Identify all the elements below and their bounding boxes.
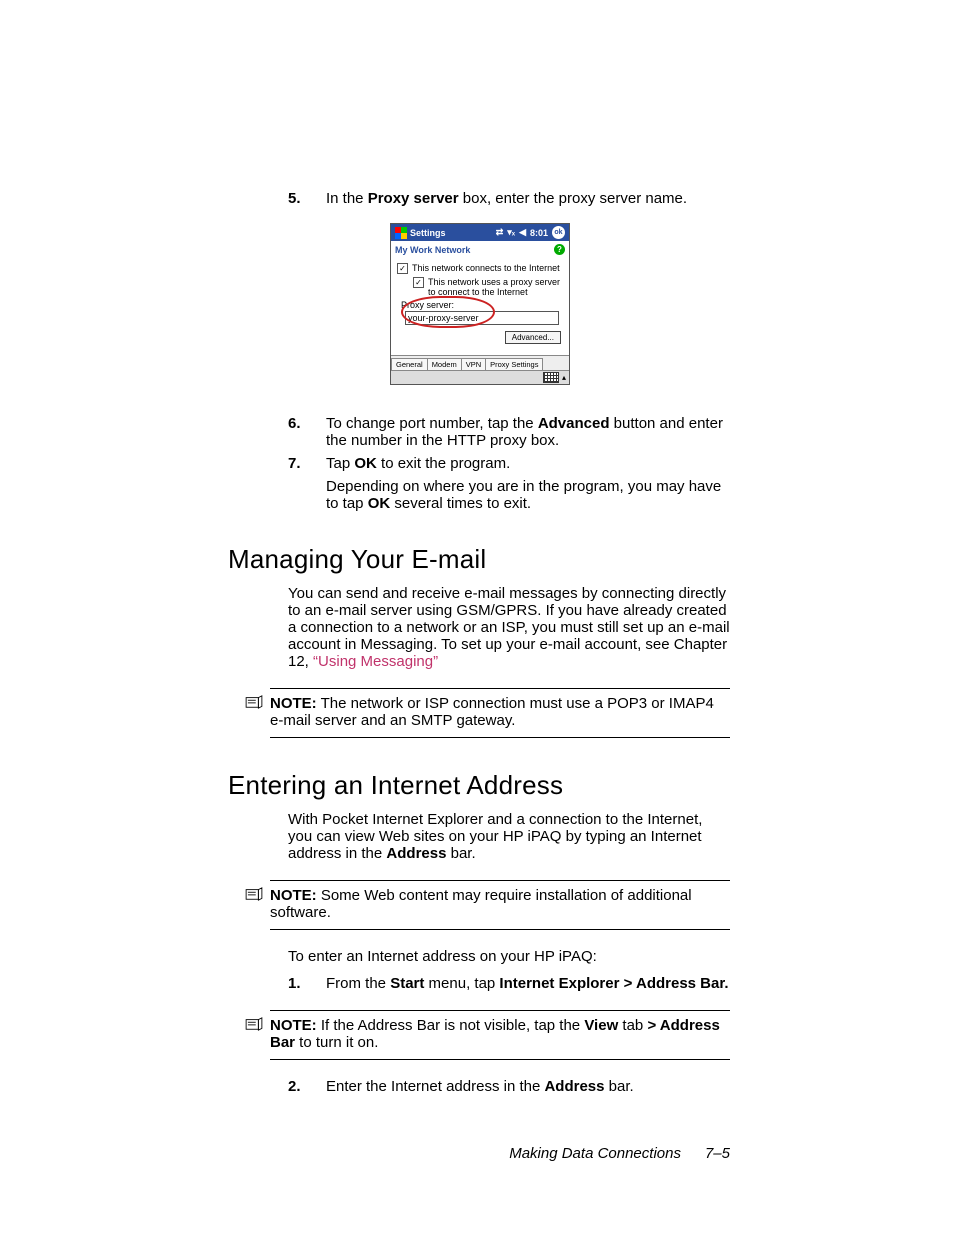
proxy-label: Proxy server:	[401, 300, 563, 310]
note-text: The network or ISP connection must use a…	[270, 695, 714, 729]
note-label: NOTE:	[270, 695, 317, 712]
section-heading-email: Managing Your E-mail	[228, 544, 730, 575]
text: several times to exit.	[390, 495, 531, 512]
text: With Pocket Internet Explorer and a conn…	[288, 811, 702, 862]
up-caret-icon[interactable]: ▴	[562, 373, 566, 382]
footer-page-number: 7–5	[705, 1145, 730, 1162]
text: bar.	[605, 1078, 634, 1095]
text: To change port number, tap the	[326, 415, 538, 432]
device-screenshot-figure: Settings ⇄ ▾ₓ ◀ 8:01 ok My Work Network …	[230, 223, 730, 387]
checkbox-row-1[interactable]: ✓ This network connects to the Internet	[397, 263, 563, 274]
bold-text: Advanced	[538, 415, 610, 432]
bold-text: Start	[390, 975, 424, 992]
sync-icon: ⇄	[496, 227, 504, 238]
step-text: Enter the Internet address in the Addres…	[326, 1078, 730, 1095]
section2-paragraph-1: With Pocket Internet Explorer and a conn…	[288, 811, 730, 862]
note-label: NOTE:	[270, 1017, 317, 1034]
text: In the	[326, 190, 368, 207]
bold-text: Internet Explorer > Address Bar.	[499, 975, 728, 992]
text: bar.	[446, 845, 475, 862]
text: to exit the program.	[377, 455, 510, 472]
advanced-button[interactable]: Advanced...	[505, 331, 561, 344]
clock-text: 8:01	[530, 228, 548, 238]
signal-icon: ▾ₓ	[507, 227, 515, 238]
section1-paragraph: You can send and receive e-mail messages…	[288, 585, 730, 670]
device-bottom-bar: ▴	[391, 370, 569, 384]
device-subtitle-row: My Work Network ?	[391, 241, 569, 258]
bold-text: OK	[368, 495, 391, 512]
note-block-email: NOTE: The network or ISP connection must…	[270, 688, 730, 738]
checkbox-label: This network connects to the Internet	[412, 263, 560, 273]
device-titlebar: Settings ⇄ ▾ₓ ◀ 8:01 ok	[391, 224, 569, 241]
note-block-address-bar: NOTE: If the Address Bar is not visible,…	[270, 1010, 730, 1060]
checkbox-icon[interactable]: ✓	[397, 263, 408, 274]
note-icon	[244, 1017, 264, 1035]
note-icon	[244, 695, 264, 713]
windows-flag-icon	[395, 227, 407, 239]
step-text: From the Start menu, tap Internet Explor…	[326, 975, 730, 992]
advanced-row: Advanced...	[397, 331, 561, 344]
device-body: ✓ This network connects to the Internet …	[391, 258, 569, 355]
text: menu, tap	[424, 975, 499, 992]
note-block-web-content: NOTE: Some Web content may require insta…	[270, 880, 730, 930]
text: If the Address Bar is not visible, tap t…	[317, 1017, 585, 1034]
note-icon	[244, 887, 264, 905]
device-subtitle: My Work Network	[395, 245, 470, 255]
step-number: 2.	[288, 1078, 326, 1095]
step-text: Tap OK to exit the program. Depending on…	[326, 455, 730, 512]
step-list-b: 6. To change port number, tap the Advanc…	[288, 415, 730, 512]
speaker-icon: ◀	[519, 227, 526, 238]
text: Tap	[326, 455, 354, 472]
step-number: 6.	[288, 415, 326, 449]
tab-proxy-settings[interactable]: Proxy Settings	[485, 358, 543, 370]
note-label: NOTE:	[270, 887, 317, 904]
tab-general[interactable]: General	[391, 358, 428, 370]
tab-modem[interactable]: Modem	[427, 358, 462, 370]
note-text: Some Web content may require installatio…	[270, 887, 692, 921]
checkbox-label: This network uses a proxy server to conn…	[428, 277, 563, 297]
device-frame: Settings ⇄ ▾ₓ ◀ 8:01 ok My Work Network …	[390, 223, 570, 385]
keyboard-icon[interactable]	[543, 372, 559, 383]
text: From the	[326, 975, 390, 992]
step-6: 6. To change port number, tap the Advanc…	[288, 415, 730, 449]
section-heading-internet-address: Entering an Internet Address	[228, 770, 730, 801]
checkbox-row-2[interactable]: ✓ This network uses a proxy server to co…	[413, 277, 563, 297]
section2-step-2: 2. Enter the Internet address in the Add…	[288, 1078, 730, 1095]
tab-vpn[interactable]: VPN	[461, 358, 486, 370]
step-list-a: 5. In the Proxy server box, enter the pr…	[288, 190, 730, 207]
link-using-messaging[interactable]: “Using Messaging”	[313, 653, 438, 670]
bold-text: Proxy server	[368, 190, 459, 207]
section2-lead: To enter an Internet address on your HP …	[288, 948, 730, 965]
bold-text: View	[584, 1017, 618, 1034]
device-tabs: General Modem VPN Proxy Settings	[391, 355, 569, 370]
proxy-server-input[interactable]: your-proxy-server	[405, 311, 559, 325]
step-7: 7. Tap OK to exit the program. Depending…	[288, 455, 730, 512]
text: to turn it on.	[295, 1034, 378, 1051]
footer-chapter: Making Data Connections	[509, 1145, 681, 1162]
text: box, enter the proxy server name.	[459, 190, 687, 207]
step-number: 1.	[288, 975, 326, 992]
checkbox-icon[interactable]: ✓	[413, 277, 424, 288]
ok-button[interactable]: ok	[552, 226, 565, 239]
proxy-server-group: Proxy server: your-proxy-server	[401, 300, 563, 325]
bold-text: Address	[386, 845, 446, 862]
text: Enter the Internet address in the	[326, 1078, 544, 1095]
bold-text: Address	[544, 1078, 604, 1095]
step-text: In the Proxy server box, enter the proxy…	[326, 190, 730, 207]
step-5: 5. In the Proxy server box, enter the pr…	[288, 190, 730, 207]
page-footer: Making Data Connections 7–5	[230, 1145, 730, 1162]
document-page: 5. In the Proxy server box, enter the pr…	[230, 0, 730, 1222]
step-number: 7.	[288, 455, 326, 512]
step-number: 5.	[288, 190, 326, 207]
section2-step-1: 1. From the Start menu, tap Internet Exp…	[288, 975, 730, 992]
help-icon[interactable]: ?	[554, 244, 565, 255]
device-title: Settings	[410, 228, 446, 238]
step-text: To change port number, tap the Advanced …	[326, 415, 730, 449]
bold-text: OK	[354, 455, 377, 472]
text: tab	[618, 1017, 647, 1034]
